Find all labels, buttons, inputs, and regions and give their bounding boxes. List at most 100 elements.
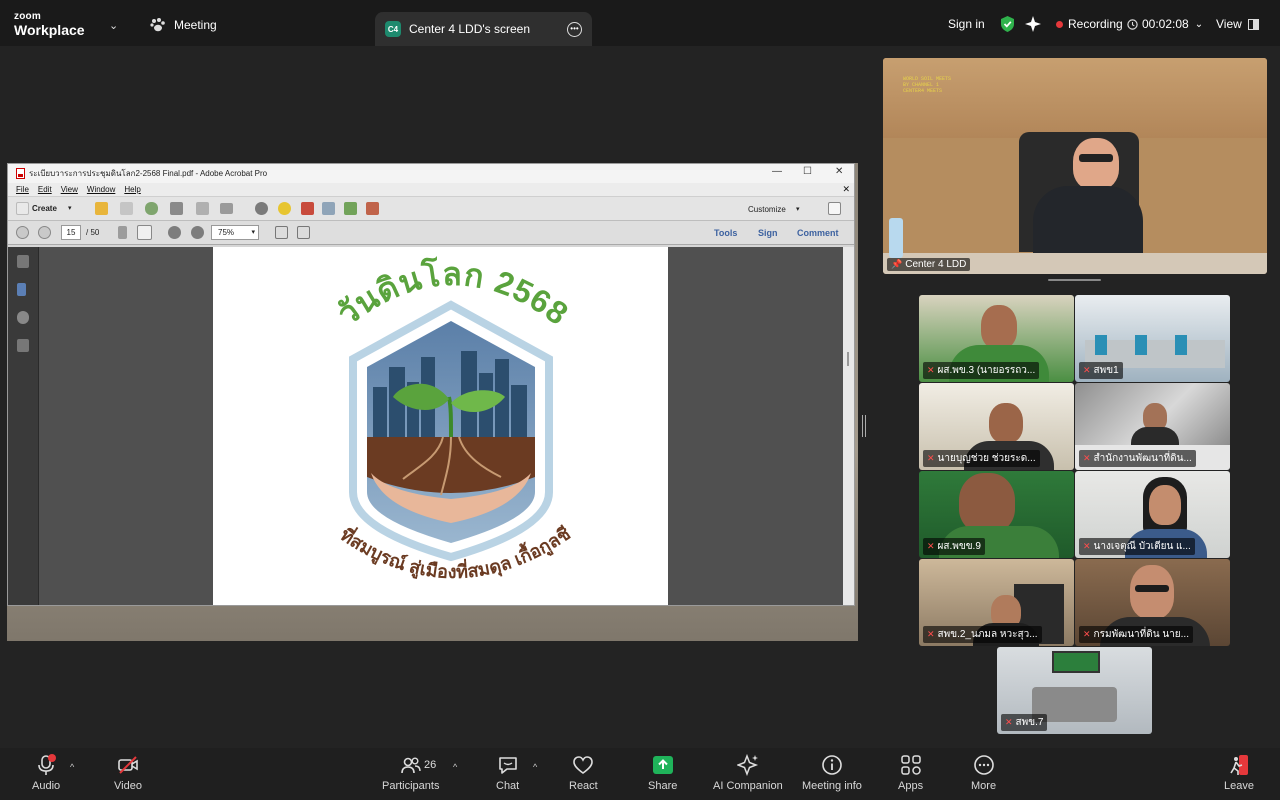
- prev-page-icon[interactable]: [16, 226, 29, 239]
- menu-help[interactable]: Help: [124, 185, 140, 194]
- combine-icon[interactable]: [344, 202, 357, 215]
- tab-meeting[interactable]: Meeting: [150, 18, 217, 32]
- participant-tile-8[interactable]: ✕ กรมพัฒนาที่ดิน นาย...: [1075, 559, 1230, 646]
- meeting-info-button[interactable]: Meeting info: [802, 754, 862, 792]
- tab-meeting-label: Meeting: [174, 18, 217, 32]
- participant-name: นายบุญช่วย ช่วยระด...: [937, 453, 1036, 464]
- cloud-icon[interactable]: [145, 202, 158, 215]
- drag-handle[interactable]: [1048, 279, 1101, 281]
- close-icon[interactable]: ✕: [835, 166, 843, 177]
- participant-tile-6[interactable]: ✕ นางเจตุณี บัวเตียน แ...: [1075, 471, 1230, 558]
- mic-muted-icon: ✕: [1083, 629, 1091, 639]
- export-icon[interactable]: [322, 202, 335, 215]
- screen-overlay-text: WORLD SOIL MEETS BY CHANNEL 1 CENTER4 ME…: [903, 76, 952, 94]
- vertical-scrollbar[interactable]: [843, 247, 854, 605]
- stamp-icon[interactable]: [301, 202, 314, 215]
- more-options-icon[interactable]: •••: [567, 21, 582, 37]
- shared-screen[interactable]: ระเบียบวาระการประชุมดินโลก2-2568 Final.p…: [7, 163, 858, 641]
- page-thumbnails-icon[interactable]: [17, 255, 29, 268]
- share-button[interactable]: Share: [648, 754, 677, 792]
- participant-tile-3[interactable]: ✕ นายบุญช่วย ช่วยระด...: [919, 383, 1074, 470]
- ai-companion-sparkle-icon: [736, 754, 758, 776]
- participant-face: [1149, 485, 1181, 525]
- hand-tool-icon[interactable]: [137, 225, 152, 240]
- document-area: ✋ วันดินโลก 2568: [8, 231, 854, 605]
- participant-tile-9[interactable]: ✕ สพข.7: [997, 647, 1152, 734]
- view-grid-icon: [1247, 18, 1259, 30]
- zoom-level-select[interactable]: 75% ▾: [211, 225, 259, 240]
- close-document-icon[interactable]: ✕: [842, 184, 850, 195]
- acrobat-menu-bar: File Edit View Window Help ✕: [8, 183, 854, 196]
- mic-muted-icon: ✕: [1083, 365, 1091, 375]
- signature-icon[interactable]: [17, 339, 29, 352]
- mic-muted-icon: ✕: [927, 629, 935, 639]
- chat-button[interactable]: Chat: [496, 754, 519, 792]
- video-off-icon: [118, 756, 138, 774]
- video-button[interactable]: Video: [114, 754, 142, 792]
- video-label: Video: [114, 780, 142, 792]
- menu-file[interactable]: File: [16, 185, 29, 194]
- zoom-out-icon[interactable]: [168, 226, 181, 239]
- recording-indicator[interactable]: Recording: [1056, 17, 1123, 31]
- edit-icon[interactable]: [196, 202, 209, 215]
- zoom-workplace-logo[interactable]: zoom Workplace: [14, 12, 85, 38]
- menu-edit[interactable]: Edit: [38, 185, 52, 194]
- tools-tab[interactable]: Tools: [714, 228, 737, 238]
- more-button[interactable]: More: [971, 754, 996, 792]
- paperclip-icon[interactable]: [17, 311, 29, 324]
- participant-tile-4[interactable]: ✕ สำนักงานพัฒนาที่ดิน...: [1075, 383, 1230, 470]
- participant-tile-5[interactable]: ✕ ผส.พขข.9: [919, 471, 1074, 558]
- meeting-timer[interactable]: 00:02:08 ⌄: [1127, 17, 1203, 31]
- menu-view[interactable]: View: [61, 185, 78, 194]
- next-page-icon[interactable]: [38, 226, 51, 239]
- chevron-down-icon[interactable]: ▾: [796, 205, 800, 213]
- gear-icon[interactable]: [255, 202, 268, 215]
- comment-tab[interactable]: Comment: [797, 228, 839, 238]
- customize-button[interactable]: Customize: [748, 205, 786, 214]
- apps-button[interactable]: Apps: [898, 754, 923, 792]
- ai-companion-button[interactable]: AI Companion: [713, 754, 783, 792]
- scrollbar-thumb[interactable]: [847, 352, 849, 366]
- comment-bubble-icon[interactable]: [278, 202, 291, 215]
- sign-in-link[interactable]: Sign in: [948, 17, 985, 31]
- fit-width-icon[interactable]: [297, 226, 310, 239]
- maximize-icon[interactable]: ☐: [803, 166, 812, 177]
- participant-tile-7[interactable]: ✕ สพข.2_นภมล หวะสุว...: [919, 559, 1074, 646]
- audio-button[interactable]: Audio: [32, 754, 60, 792]
- page-number-input[interactable]: 15: [61, 225, 81, 240]
- bookmark-icon[interactable]: [17, 283, 26, 296]
- protect-icon[interactable]: [366, 202, 379, 215]
- save-icon[interactable]: [120, 202, 133, 215]
- sign-tab[interactable]: Sign: [758, 228, 778, 238]
- tab-shared-screen[interactable]: C4 Center 4 LDD's screen •••: [375, 12, 592, 46]
- panel-resize-handle[interactable]: [862, 415, 866, 437]
- open-folder-icon[interactable]: [95, 202, 108, 215]
- chair: [1095, 335, 1107, 355]
- audio-label: Audio: [32, 780, 61, 792]
- fit-page-icon[interactable]: [275, 226, 288, 239]
- view-button[interactable]: View: [1216, 17, 1259, 31]
- chevron-down-icon[interactable]: ▾: [68, 204, 72, 212]
- zoom-window: zoom Workplace ⌄ Meeting C4 Center 4 LDD…: [0, 0, 1280, 800]
- participant-label: ✕ ผส.พขข.9: [923, 538, 985, 555]
- ai-sparkle-icon[interactable]: [1025, 16, 1041, 32]
- participant-tile-2[interactable]: ✕ สพข1: [1075, 295, 1230, 382]
- create-button[interactable]: Create: [32, 204, 57, 213]
- react-button[interactable]: React: [569, 754, 598, 792]
- expand-icon[interactable]: [828, 202, 841, 215]
- shield-check-icon[interactable]: [1000, 16, 1015, 32]
- menu-window[interactable]: Window: [87, 185, 115, 194]
- chevron-down-icon[interactable]: ⌄: [109, 19, 118, 32]
- chevron-up-icon[interactable]: ^: [533, 762, 537, 772]
- print-icon[interactable]: [170, 202, 183, 215]
- leave-button[interactable]: Leave: [1224, 754, 1254, 792]
- chevron-up-icon[interactable]: ^: [453, 762, 457, 772]
- active-speaker-video[interactable]: WORLD SOIL MEETS BY CHANNEL 1 CENTER4 ME…: [883, 58, 1267, 274]
- sprout-stem: [447, 396, 453, 438]
- select-cursor-icon[interactable]: [118, 226, 127, 239]
- minimize-icon[interactable]: —: [772, 166, 782, 177]
- chevron-up-icon[interactable]: ^: [70, 762, 74, 772]
- email-icon[interactable]: [220, 203, 233, 214]
- zoom-in-icon[interactable]: [191, 226, 204, 239]
- participant-tile-1[interactable]: ✕ ผส.พข.3 (นายอรรถว...: [919, 295, 1074, 382]
